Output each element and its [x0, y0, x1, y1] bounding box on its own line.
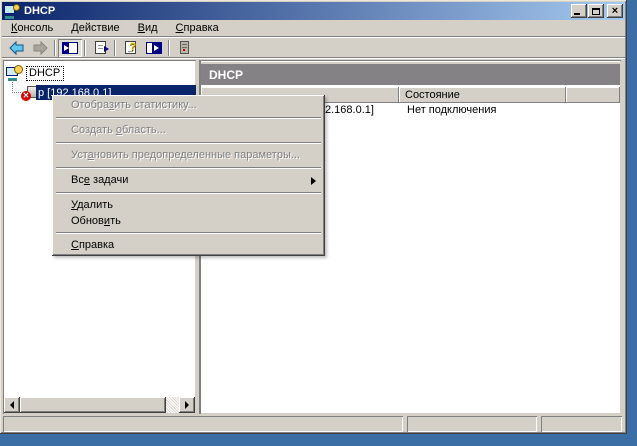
menu-separator — [56, 142, 321, 144]
submenu-arrow-icon — [311, 177, 316, 185]
menu-item-help[interactable]: Справка — [54, 237, 323, 254]
menu-action[interactable]: Действие — [62, 20, 128, 36]
menu-separator — [56, 167, 321, 169]
show-taskpad-button[interactable] — [142, 39, 166, 57]
server-icon — [179, 41, 189, 54]
server-error-icon: ✕ — [21, 85, 37, 101]
status-panel — [407, 416, 537, 432]
toolbar: ? — [2, 38, 625, 58]
close-button[interactable]: × — [607, 4, 623, 18]
context-menu: Отобразить статистику... Создать область… — [52, 95, 325, 256]
scroll-right-icon — [185, 401, 189, 409]
dhcp-console-window: DHCP × Консоль Действие Вид Справка ? DH… — [0, 0, 627, 434]
forward-button[interactable] — [28, 39, 52, 57]
show-taskpad-icon — [146, 41, 162, 54]
status-bar — [3, 416, 622, 432]
toolbar-separator — [84, 39, 86, 56]
help-button[interactable]: ? — [118, 39, 142, 57]
scrollbar-track[interactable] — [166, 397, 179, 413]
menu-bar: Консоль Действие Вид Справка — [2, 20, 625, 37]
minimize-icon — [574, 13, 580, 15]
menu-separator — [56, 117, 321, 119]
show-hide-console-tree-button[interactable] — [58, 38, 82, 57]
scroll-right-button[interactable] — [179, 397, 195, 413]
title-bar[interactable]: DHCP × — [2, 2, 625, 20]
back-button[interactable] — [4, 39, 28, 57]
maximize-button[interactable] — [588, 4, 604, 18]
menu-item-set-predefined-options[interactable]: Установить предопределенные параметры... — [54, 147, 323, 164]
tree-horizontal-scrollbar[interactable] — [4, 397, 195, 413]
column-header-status[interactable]: Состояние — [399, 87, 566, 103]
menu-separator — [56, 192, 321, 194]
cell-status: Нет подключения — [407, 104, 497, 116]
tree-connector — [12, 92, 21, 93]
dhcp-app-icon — [4, 3, 20, 19]
menu-item-display-statistics[interactable]: Отобразить статистику... — [54, 97, 323, 114]
window-title: DHCP — [24, 5, 56, 17]
desktop-background: DHCP × Консоль Действие Вид Справка ? DH… — [0, 0, 637, 446]
menu-help[interactable]: Справка — [167, 20, 228, 36]
minimize-button[interactable] — [571, 4, 587, 18]
server-tool-button[interactable] — [172, 39, 196, 57]
toolbar-separator — [54, 39, 56, 56]
results-banner: DHCP — [201, 62, 620, 85]
status-panel — [541, 416, 622, 432]
dhcp-root-icon — [6, 65, 23, 81]
column-header-extra[interactable] — [566, 87, 620, 103]
menu-item-create-scope[interactable]: Создать область... — [54, 122, 323, 139]
results-banner-title: DHCP — [209, 67, 244, 82]
scroll-left-button[interactable] — [4, 397, 20, 413]
scroll-left-icon — [10, 401, 14, 409]
maximize-icon — [592, 7, 600, 15]
toolbar-separator — [114, 39, 116, 56]
export-list-icon — [94, 41, 109, 54]
forward-icon — [33, 40, 48, 55]
back-icon — [8, 40, 23, 55]
menu-item-all-tasks[interactable]: Все задачи — [54, 172, 323, 189]
menu-item-delete[interactable]: Удалить — [54, 197, 323, 213]
export-list-button[interactable] — [88, 39, 112, 57]
menu-separator — [56, 232, 321, 234]
tree-root-label: DHCP — [26, 65, 65, 81]
menu-view[interactable]: Вид — [129, 20, 167, 36]
toolbar-separator — [168, 39, 170, 56]
tree-item-dhcp-root[interactable]: DHCP — [6, 65, 65, 81]
show-hide-console-tree-icon — [62, 41, 78, 54]
menu-item-refresh[interactable]: Обновить — [54, 213, 323, 229]
menu-console[interactable]: Консоль — [2, 20, 62, 36]
status-panel — [3, 416, 403, 432]
help-icon: ? — [124, 41, 136, 54]
scrollbar-thumb[interactable] — [20, 397, 166, 413]
close-icon: × — [611, 5, 619, 17]
